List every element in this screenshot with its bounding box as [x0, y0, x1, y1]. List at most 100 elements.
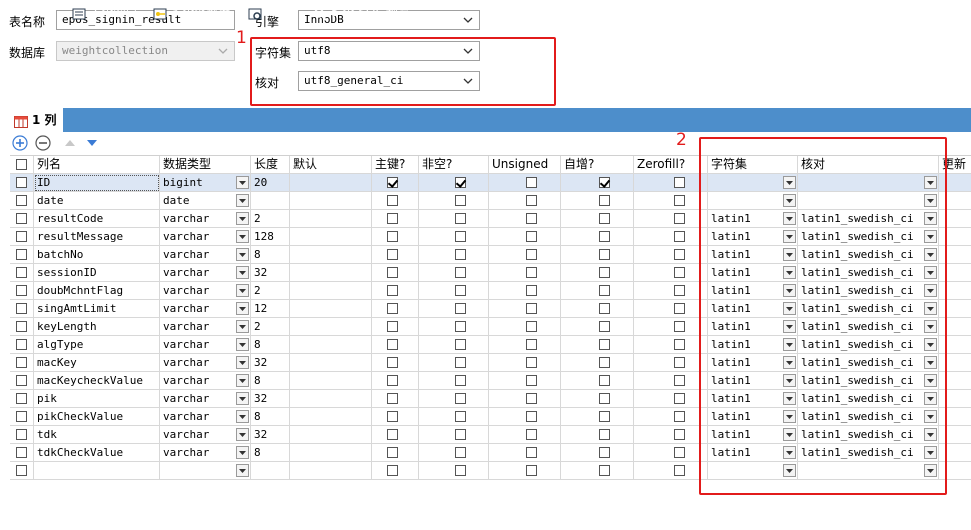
- auto-increment-cell[interactable]: [561, 210, 634, 228]
- auto-increment-cell[interactable]: [561, 390, 634, 408]
- zerofill-cell[interactable]: [634, 408, 708, 426]
- type-dropdown-button[interactable]: [236, 194, 249, 207]
- unsigned-cell[interactable]: [489, 462, 561, 480]
- auto-increment-checkbox[interactable]: [599, 375, 610, 386]
- field-type-cell[interactable]: varchar: [160, 246, 251, 264]
- zerofill-checkbox[interactable]: [674, 393, 685, 404]
- field-type-cell[interactable]: varchar: [160, 210, 251, 228]
- field-length-cell[interactable]: 2: [251, 210, 290, 228]
- auto-increment-cell[interactable]: [561, 174, 634, 192]
- not-null-checkbox[interactable]: [455, 339, 466, 350]
- auto-increment-cell[interactable]: [561, 246, 634, 264]
- row-select-checkbox[interactable]: [16, 411, 27, 422]
- unsigned-checkbox[interactable]: [526, 213, 537, 224]
- type-dropdown-button[interactable]: [236, 464, 249, 477]
- zerofill-checkbox[interactable]: [674, 303, 685, 314]
- not-null-checkbox[interactable]: [455, 357, 466, 368]
- field-length-cell[interactable]: 8: [251, 246, 290, 264]
- type-dropdown-button[interactable]: [236, 410, 249, 423]
- type-dropdown-button[interactable]: [236, 356, 249, 369]
- field-type-cell[interactable]: varchar: [160, 372, 251, 390]
- primary-key-checkbox[interactable]: [387, 429, 398, 440]
- zerofill-checkbox[interactable]: [674, 339, 685, 350]
- primary-key-cell[interactable]: [372, 408, 419, 426]
- field-length-cell[interactable]: 32: [251, 354, 290, 372]
- type-dropdown-button[interactable]: [236, 212, 249, 225]
- not-null-cell[interactable]: [419, 192, 489, 210]
- auto-increment-checkbox[interactable]: [599, 411, 610, 422]
- not-null-checkbox[interactable]: [455, 231, 466, 242]
- field-name-cell[interactable]: sessionID: [34, 264, 160, 282]
- zerofill-cell[interactable]: [634, 372, 708, 390]
- unsigned-cell[interactable]: [489, 408, 561, 426]
- unsigned-checkbox[interactable]: [526, 231, 537, 242]
- zerofill-cell[interactable]: [634, 246, 708, 264]
- unsigned-cell[interactable]: [489, 318, 561, 336]
- not-null-cell[interactable]: [419, 246, 489, 264]
- auto-increment-cell[interactable]: [561, 408, 634, 426]
- primary-key-checkbox[interactable]: [387, 447, 398, 458]
- unsigned-cell[interactable]: [489, 228, 561, 246]
- zerofill-cell[interactable]: [634, 300, 708, 318]
- move-down-button[interactable]: [84, 135, 100, 151]
- unsigned-checkbox[interactable]: [526, 393, 537, 404]
- auto-increment-cell[interactable]: [561, 336, 634, 354]
- unsigned-cell[interactable]: [489, 336, 561, 354]
- auto-increment-checkbox[interactable]: [599, 465, 610, 476]
- field-name-cell[interactable]: keyLength: [34, 318, 160, 336]
- auto-increment-checkbox[interactable]: [599, 177, 610, 188]
- not-null-checkbox[interactable]: [455, 429, 466, 440]
- unsigned-cell[interactable]: [489, 282, 561, 300]
- zerofill-cell[interactable]: [634, 444, 708, 462]
- select-all-checkbox[interactable]: [16, 159, 27, 170]
- field-type-cell[interactable]: bigint: [160, 174, 251, 192]
- field-type-cell[interactable]: varchar: [160, 444, 251, 462]
- header-name[interactable]: 列名: [34, 156, 160, 174]
- field-length-cell[interactable]: 8: [251, 408, 290, 426]
- primary-key-cell[interactable]: [372, 336, 419, 354]
- field-type-cell[interactable]: varchar: [160, 282, 251, 300]
- field-name-cell[interactable]: resultCode: [34, 210, 160, 228]
- primary-key-checkbox[interactable]: [387, 375, 398, 386]
- field-default-cell[interactable]: [290, 444, 372, 462]
- field-name-cell[interactable]: [34, 462, 160, 480]
- zerofill-checkbox[interactable]: [674, 465, 685, 476]
- field-length-cell[interactable]: 2: [251, 318, 290, 336]
- tab-advanced[interactable]: 4高级: [248, 0, 298, 24]
- unsigned-checkbox[interactable]: [526, 321, 537, 332]
- zerofill-checkbox[interactable]: [674, 447, 685, 458]
- field-name-cell[interactable]: pik: [34, 390, 160, 408]
- unsigned-checkbox[interactable]: [526, 411, 537, 422]
- not-null-checkbox[interactable]: [455, 303, 466, 314]
- auto-increment-checkbox[interactable]: [599, 447, 610, 458]
- auto-increment-cell[interactable]: [561, 300, 634, 318]
- auto-increment-cell[interactable]: [561, 354, 634, 372]
- not-null-cell[interactable]: [419, 318, 489, 336]
- primary-key-cell[interactable]: [372, 192, 419, 210]
- unsigned-checkbox[interactable]: [526, 285, 537, 296]
- row-select-checkbox[interactable]: [16, 285, 27, 296]
- field-length-cell[interactable]: 8: [251, 372, 290, 390]
- auto-increment-cell[interactable]: [561, 462, 634, 480]
- zerofill-checkbox[interactable]: [674, 429, 685, 440]
- header-select-all[interactable]: [10, 156, 34, 174]
- field-default-cell[interactable]: [290, 228, 372, 246]
- primary-key-cell[interactable]: [372, 390, 419, 408]
- type-dropdown-button[interactable]: [236, 284, 249, 297]
- not-null-checkbox[interactable]: [455, 393, 466, 404]
- field-type-cell[interactable]: varchar: [160, 408, 251, 426]
- unsigned-cell[interactable]: [489, 300, 561, 318]
- not-null-cell[interactable]: [419, 210, 489, 228]
- zerofill-checkbox[interactable]: [674, 213, 685, 224]
- row-select-checkbox[interactable]: [16, 249, 27, 260]
- unsigned-checkbox[interactable]: [526, 303, 537, 314]
- primary-key-checkbox[interactable]: [387, 303, 398, 314]
- primary-key-checkbox[interactable]: [387, 177, 398, 188]
- not-null-checkbox[interactable]: [455, 177, 466, 188]
- zerofill-checkbox[interactable]: [674, 411, 685, 422]
- field-default-cell[interactable]: [290, 462, 372, 480]
- zerofill-checkbox[interactable]: [674, 231, 685, 242]
- unsigned-checkbox[interactable]: [526, 429, 537, 440]
- row-select-cell[interactable]: [10, 444, 34, 462]
- primary-key-cell[interactable]: [372, 210, 419, 228]
